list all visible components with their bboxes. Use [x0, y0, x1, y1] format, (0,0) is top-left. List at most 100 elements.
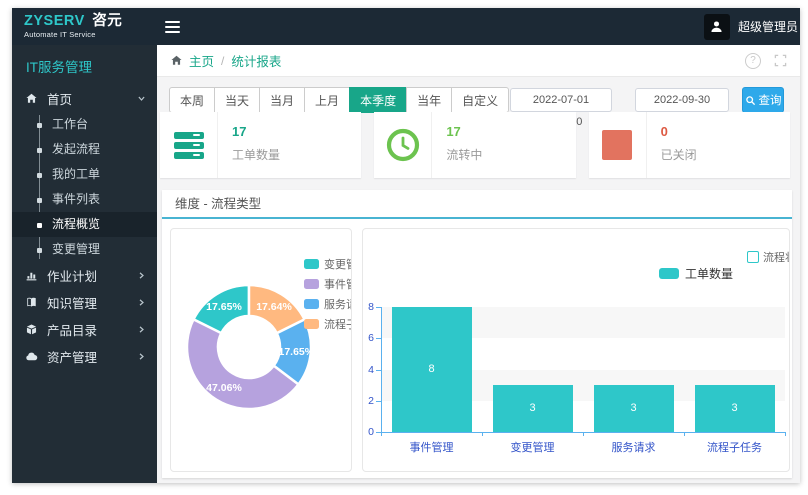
x-tick: [684, 432, 685, 436]
sidebar-subitem[interactable]: 流程概览: [12, 212, 157, 237]
app-logo[interactable]: ZYSERV 咨元 Automate IT Service: [12, 13, 157, 40]
legend-label: 变更管理: [324, 259, 351, 271]
sidebar-subitem[interactable]: 变更管理: [12, 237, 157, 262]
help-icon[interactable]: ?: [745, 52, 761, 69]
y-tick-label: 6: [368, 332, 374, 345]
svg-text:17.64%: 17.64%: [256, 301, 292, 313]
logo-text-en: ZYSERV: [24, 13, 85, 29]
topbar: ZYSERV 咨元 Automate IT Service 超级管理员: [12, 8, 800, 45]
query-button[interactable]: 查询: [742, 87, 784, 113]
bar-value-label: 3: [529, 401, 536, 414]
range-tab[interactable]: 当年: [406, 87, 453, 113]
x-category-label: 变更管理: [510, 442, 555, 454]
breadcrumb-separator: /: [221, 53, 225, 68]
sidebar-subitem[interactable]: 发起流程: [12, 137, 157, 162]
chevron-right-icon: [137, 271, 146, 280]
sidebar-item[interactable]: 资产管理: [12, 343, 157, 370]
stat-label: 已关闭: [660, 148, 697, 162]
stat-label: 工单数量: [232, 148, 281, 162]
pie-legend-item[interactable]: 服务请求: [304, 296, 351, 312]
pie-legend-item[interactable]: 变更管理: [304, 256, 351, 272]
fullscreen-icon[interactable]: [774, 54, 787, 67]
start-date-input[interactable]: 2022-07-01 00:00:00: [510, 88, 612, 128]
checkbox-icon: [747, 251, 759, 263]
pie-chart-card: 17.65% 47.06% 17.65% 17.64% 变更管理事件管理服务请求流程子…: [170, 228, 352, 472]
chevron-right-icon: [137, 325, 146, 334]
chevron-down-icon: [137, 94, 146, 103]
sidebar-toggle-icon[interactable]: [157, 8, 187, 45]
sidebar-subitem-label: 我的工单: [52, 167, 101, 181]
stat-value: 17: [232, 124, 247, 139]
legend-marker: [304, 279, 319, 289]
sidebar-subitem-label: 工作台: [52, 117, 89, 131]
stats-row: 17 工单数量 17 流转中 0 已关闭: [160, 112, 790, 178]
end-date-input[interactable]: 2022-09-30 23:59:59: [635, 88, 729, 128]
breadcrumb-home-link[interactable]: 主页: [189, 51, 214, 70]
y-tick: [376, 400, 381, 402]
range-tab[interactable]: 上月: [304, 87, 351, 113]
book-icon: [25, 296, 39, 310]
panel-title: 维度 - 流程类型: [175, 197, 262, 211]
sidebar-item-label: 知识管理: [47, 297, 98, 311]
user-avatar-icon: [703, 13, 730, 40]
sidebar-submenu: 工作台发起流程我的工单事件列表 流程概览 变更管理: [12, 112, 157, 262]
y-tick-label: 8: [368, 301, 374, 313]
query-button-label: 查询: [758, 95, 782, 107]
bar: 3: [593, 385, 674, 432]
square-icon: [589, 112, 647, 178]
logo-text-cn: 咨元: [92, 13, 123, 29]
range-tab[interactable]: 当月: [259, 87, 306, 113]
range-tab[interactable]: 本周: [169, 87, 216, 113]
user-menu[interactable]: 超级管理员: [703, 13, 800, 40]
bar-series-legend[interactable]: 工单数量: [659, 265, 733, 282]
stat-card: 17 工单数量: [160, 112, 362, 178]
legend-label: 流程子任务: [324, 319, 351, 331]
stat-label: 流转中: [446, 148, 483, 162]
main-content: 主页 / 统计报表 ? 本周 当天 当月 上月 本季度 当年 自定义 2022-07-01 …: [157, 45, 800, 483]
sidebar-item[interactable]: 产品目录: [12, 316, 157, 343]
home-icon: [25, 92, 39, 106]
date-range-tabs: 本周 当天 当月 上月 本季度 当年 自定义: [169, 87, 510, 113]
pie-legend-item[interactable]: 事件管理: [304, 276, 351, 292]
y-tick: [376, 369, 381, 371]
range-tab[interactable]: 本季度: [349, 87, 408, 113]
x-tick: [583, 432, 584, 436]
y-tick: [376, 307, 381, 308]
sidebar-item[interactable]: 作业计划: [12, 262, 157, 289]
sidebar-item-label: 资产管理: [47, 351, 98, 365]
process-status-checkbox[interactable]: 流程状态: [747, 249, 789, 265]
pie-legend-item[interactable]: 流程子任务: [304, 316, 351, 332]
search-icon: [745, 95, 756, 106]
sidebar-subitem[interactable]: 事件列表: [12, 187, 157, 212]
x-tick: [785, 432, 786, 436]
sidebar-subitem[interactable]: 我的工单: [12, 162, 157, 187]
y-tick-label: 2: [368, 394, 374, 407]
stat-value: 17: [446, 124, 461, 139]
range-tab[interactable]: 当天: [214, 87, 261, 113]
stats-panel: 维度 - 流程类型 17.65%47.06%17.65%17.64% 变更管理事…: [162, 190, 792, 478]
bar-value-label: 8: [428, 362, 435, 375]
bullet-icon: [37, 172, 42, 178]
legend-marker: [304, 299, 319, 309]
legend-marker: [304, 319, 319, 329]
sidebar-item[interactable]: 知识管理: [12, 289, 157, 316]
y-axis-line: [381, 307, 382, 432]
bullet-icon: [37, 247, 42, 253]
legend-label: 事件管理: [324, 279, 351, 291]
bullet-icon: [37, 222, 42, 228]
breadcrumb: 主页 / 统计报表 ?: [157, 45, 800, 77]
breadcrumb-current-link[interactable]: 统计报表: [231, 51, 281, 70]
sidebar-item-label: 产品目录: [47, 324, 98, 338]
logo-subtitle: Automate IT Service: [24, 30, 96, 39]
stat-card: 17 流转中: [374, 112, 576, 178]
x-tick: [482, 432, 483, 436]
range-tab[interactable]: 自定义: [451, 87, 510, 113]
checkbox-label: 流程状态: [763, 252, 789, 264]
bullet-icon: [37, 147, 42, 153]
sidebar-item-label: 作业计划: [47, 270, 98, 284]
sidebar-subitem[interactable]: 工作台: [12, 112, 157, 137]
app-window: ZYSERV 咨元 Automate IT Service 超级管理员 IT服务…: [12, 8, 800, 483]
chevron-right-icon: [137, 298, 146, 307]
sidebar-item[interactable]: 首页: [12, 85, 157, 112]
svg-text:47.06%: 47.06%: [206, 382, 242, 394]
